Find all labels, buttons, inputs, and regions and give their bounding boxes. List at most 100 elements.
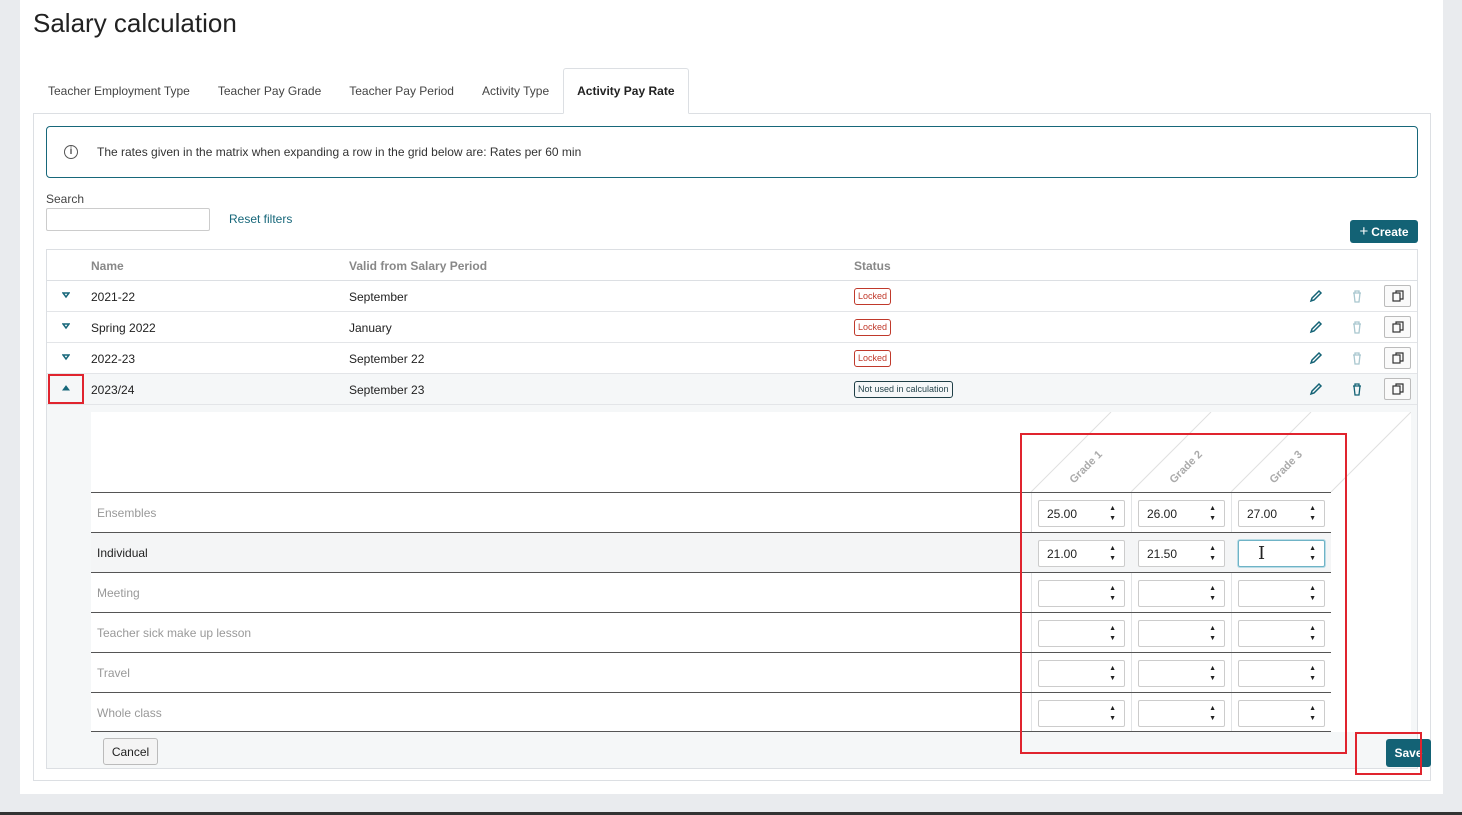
spinner-icon[interactable]: ▲ ▼ [1209, 544, 1216, 564]
rate-input[interactable]: ▲ ▼ [1238, 620, 1325, 647]
column-header-status[interactable]: Status [854, 259, 891, 273]
spinner-icon[interactable]: ▲ ▼ [1209, 504, 1216, 524]
spinner-icon[interactable]: ▲ ▼ [1309, 624, 1316, 644]
rate-input[interactable]: ▲ ▼ I [1238, 540, 1325, 567]
spinner-icon[interactable]: ▲ ▼ [1309, 544, 1316, 564]
table-row[interactable]: Spring 2022 January Locked [47, 312, 1417, 343]
page-container: Salary calculation Teacher Employment Ty… [20, 0, 1443, 794]
info-icon: i [64, 145, 78, 159]
tab-panel: i The rates given in the matrix when exp… [33, 113, 1431, 781]
tab-teacher-pay-grade[interactable]: Teacher Pay Grade [204, 68, 335, 113]
rate-input[interactable]: ▲ ▼ [1238, 660, 1325, 687]
spinner-icon[interactable]: ▲ ▼ [1309, 504, 1316, 524]
rates-grid: Name Valid from Salary Period Status 202… [46, 249, 1418, 769]
info-text: The rates given in the matrix when expan… [97, 145, 582, 159]
tab-teacher-pay-period[interactable]: Teacher Pay Period [335, 68, 468, 113]
rate-input[interactable]: 25.00 ▲ ▼ [1038, 500, 1125, 527]
rate-input[interactable]: ▲ ▼ [1138, 580, 1225, 607]
table-row[interactable]: 2021-22 September Locked [47, 281, 1417, 312]
row-name: 2021-22 [91, 290, 136, 304]
trash-icon[interactable] [1349, 319, 1365, 335]
rate-input[interactable]: ▲ ▼ [1038, 700, 1125, 727]
matrix-row: Individual 21.00 ▲ ▼ 21.50 ▲ ▼ ▲ ▼ I [91, 532, 1331, 572]
spinner-icon[interactable]: ▲ ▼ [1109, 704, 1116, 724]
tab-teacher-employment-type[interactable]: Teacher Employment Type [34, 68, 204, 113]
rate-value: 27.00 [1247, 507, 1278, 521]
row-name: 2022-23 [91, 352, 136, 366]
tab-bar: Teacher Employment Type Teacher Pay Grad… [34, 68, 689, 114]
edit-icon[interactable] [1308, 350, 1324, 366]
spinner-icon[interactable]: ▲ ▼ [1309, 664, 1316, 684]
copy-button[interactable] [1384, 378, 1411, 400]
rate-input[interactable]: ▲ ▼ [1138, 700, 1225, 727]
chevron-down-icon[interactable] [62, 291, 70, 299]
grade-header-lines [1030, 412, 1411, 492]
text-cursor-icon: I [1258, 543, 1266, 564]
rate-input[interactable]: ▲ ▼ [1138, 620, 1225, 647]
status-badge: Locked [854, 288, 892, 305]
rate-input[interactable]: ▲ ▼ [1238, 580, 1325, 607]
copy-button[interactable] [1384, 316, 1411, 338]
rate-matrix-panel: Grade 1 Grade 2 Grade 3 Ensembles 25.00 ▲ ▼… [47, 405, 1417, 768]
trash-icon[interactable] [1349, 288, 1365, 304]
rate-value: 21.50 [1147, 547, 1178, 561]
rate-input[interactable]: ▲ ▼ [1238, 700, 1325, 727]
chevron-down-icon[interactable] [62, 322, 70, 330]
reset-filters-link[interactable]: Reset filters [229, 212, 292, 226]
trash-icon[interactable] [1349, 381, 1365, 397]
matrix-row: Meeting ▲ ▼ ▲ ▼ ▲ ▼ [91, 572, 1331, 612]
row-name: 2023/24 [91, 383, 135, 397]
column-header-valid-from[interactable]: Valid from Salary Period [349, 259, 487, 273]
chevron-up-icon[interactable] [62, 384, 70, 392]
plus-icon: + [1359, 223, 1369, 240]
spinner-icon[interactable]: ▲ ▼ [1209, 624, 1216, 644]
chevron-down-icon[interactable] [62, 353, 70, 361]
column-header-name[interactable]: Name [91, 259, 124, 273]
spinner-icon[interactable]: ▲ ▼ [1309, 584, 1316, 604]
status-badge: Locked [854, 319, 892, 336]
row-valid-from: September 22 [349, 352, 425, 366]
rate-input[interactable]: ▲ ▼ [1038, 580, 1125, 607]
copy-button[interactable] [1384, 347, 1411, 369]
save-button[interactable]: Save [1386, 739, 1431, 767]
edit-icon[interactable] [1308, 381, 1324, 397]
table-row[interactable]: 2022-23 September 22 Locked [47, 343, 1417, 374]
copy-button[interactable] [1384, 285, 1411, 307]
rate-input[interactable]: 21.50 ▲ ▼ [1138, 540, 1225, 567]
activity-label: Ensembles [97, 506, 157, 520]
status-badge: Not used in calculation [854, 381, 953, 398]
activity-label: Whole class [97, 706, 162, 720]
rate-value: 26.00 [1147, 507, 1178, 521]
spinner-icon[interactable]: ▲ ▼ [1209, 704, 1216, 724]
spinner-icon[interactable]: ▲ ▼ [1109, 584, 1116, 604]
spinner-icon[interactable]: ▲ ▼ [1209, 664, 1216, 684]
activity-label: Individual [97, 546, 148, 560]
cancel-button[interactable]: Cancel [103, 738, 158, 765]
tab-activity-pay-rate[interactable]: Activity Pay Rate [563, 68, 689, 114]
create-button[interactable]: + Create [1350, 220, 1418, 243]
rate-input[interactable]: ▲ ▼ [1038, 660, 1125, 687]
spinner-icon[interactable]: ▲ ▼ [1309, 704, 1316, 724]
matrix-row: Teacher sick make up lesson ▲ ▼ ▲ ▼ ▲ ▼ [91, 612, 1331, 652]
tab-activity-type[interactable]: Activity Type [468, 68, 563, 113]
rate-input[interactable]: 21.00 ▲ ▼ [1038, 540, 1125, 567]
copy-icon [1392, 383, 1404, 395]
search-input[interactable] [46, 208, 210, 231]
grid-header: Name Valid from Salary Period Status [47, 250, 1417, 281]
table-row[interactable]: 2023/24 September 23 Not used in calcula… [47, 374, 1417, 405]
edit-icon[interactable] [1308, 288, 1324, 304]
spinner-icon[interactable]: ▲ ▼ [1109, 664, 1116, 684]
rate-input[interactable]: 27.00 ▲ ▼ [1238, 500, 1325, 527]
copy-icon [1392, 290, 1404, 302]
row-valid-from: January [349, 321, 392, 335]
rate-input[interactable]: ▲ ▼ [1038, 620, 1125, 647]
rate-input[interactable]: ▲ ▼ [1138, 660, 1225, 687]
edit-icon[interactable] [1308, 319, 1324, 335]
spinner-icon[interactable]: ▲ ▼ [1109, 504, 1116, 524]
rate-value: 21.00 [1047, 547, 1078, 561]
trash-icon[interactable] [1349, 350, 1365, 366]
spinner-icon[interactable]: ▲ ▼ [1109, 624, 1116, 644]
rate-input[interactable]: 26.00 ▲ ▼ [1138, 500, 1225, 527]
spinner-icon[interactable]: ▲ ▼ [1209, 584, 1216, 604]
spinner-icon[interactable]: ▲ ▼ [1109, 544, 1116, 564]
